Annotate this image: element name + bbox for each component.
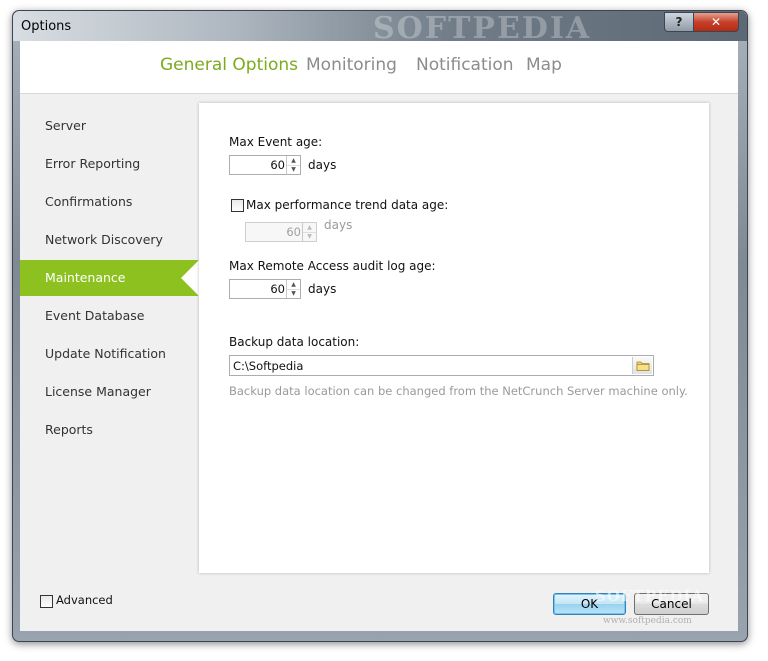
spin-down-icon[interactable]: ▼ [303, 232, 316, 241]
sidebar-item-server[interactable]: Server [20, 108, 198, 144]
sidebar-item-maintenance[interactable]: Maintenance [20, 260, 199, 296]
title-bar[interactable]: Options SOFTPEDIA ? ✕ [13, 11, 747, 46]
max-remote-access-spinner[interactable]: 60 ▲ ▼ [229, 279, 301, 299]
folder-icon [636, 361, 649, 371]
footer-watermark-url: www.softpedia.com [603, 616, 692, 626]
sidebar-item-license-manager[interactable]: License Manager [20, 374, 198, 410]
tab-bar: General Options Monitoring Notification … [20, 41, 738, 94]
window-client: General Options Monitoring Notification … [20, 41, 738, 631]
sidebar-item-confirmations[interactable]: Confirmations [20, 184, 198, 220]
spin-down-icon[interactable]: ▼ [287, 289, 300, 298]
tab-monitoring[interactable]: Monitoring [306, 55, 397, 75]
tab-map[interactable]: Map [526, 55, 562, 75]
close-icon: ✕ [710, 15, 722, 29]
sidebar-item-error-reporting[interactable]: Error Reporting [20, 146, 198, 182]
spin-down-icon[interactable]: ▼ [287, 165, 300, 174]
max-perf-trend-checkbox[interactable] [231, 199, 244, 212]
max-event-age-value: 60 [270, 158, 285, 172]
backup-location-label: Backup data location: [229, 335, 360, 349]
backup-location-hint: Backup data location can be changed from… [229, 384, 688, 398]
close-button[interactable]: ✕ [693, 12, 739, 32]
tab-notification[interactable]: Notification [416, 55, 514, 75]
max-perf-trend-spinner[interactable]: 60 ▲ ▼ [245, 222, 317, 242]
max-perf-trend-unit: days [324, 218, 353, 232]
help-icon: ? [675, 15, 683, 29]
sidebar-item-reports[interactable]: Reports [20, 412, 198, 448]
backup-location-value: C:\Softpedia [233, 359, 304, 373]
max-event-age-spinner[interactable]: 60 ▲ ▼ [229, 155, 301, 175]
sidebar-item-event-database[interactable]: Event Database [20, 298, 198, 334]
max-remote-access-label: Max Remote Access audit log age: [229, 259, 436, 273]
footer-watermark: SOFTPEDIA [595, 587, 705, 605]
max-event-age-label: Max Event age: [229, 135, 323, 149]
tab-general-options[interactable]: General Options [160, 55, 298, 75]
max-remote-access-value: 60 [270, 282, 285, 296]
advanced-checkbox[interactable] [40, 595, 53, 608]
max-remote-access-unit: days [308, 282, 337, 296]
advanced-label[interactable]: Advanced [56, 593, 113, 607]
backup-location-input[interactable]: C:\Softpedia [229, 355, 654, 376]
max-event-age-unit: days [308, 158, 337, 172]
sidebar-item-network-discovery[interactable]: Network Discovery [20, 222, 198, 258]
browse-folder-button[interactable] [632, 357, 652, 374]
help-button[interactable]: ? [664, 12, 694, 32]
window-title: Options [21, 19, 72, 34]
max-perf-trend-value: 60 [286, 225, 301, 239]
sidebar-item-update-notification[interactable]: Update Notification [20, 336, 198, 372]
maintenance-panel: Max Event age: 60 ▲ ▼ days Max performan… [199, 103, 709, 573]
max-perf-trend-label[interactable]: Max performance trend data age: [246, 198, 448, 212]
options-window: Options SOFTPEDIA ? ✕ General Options Mo… [12, 10, 748, 642]
